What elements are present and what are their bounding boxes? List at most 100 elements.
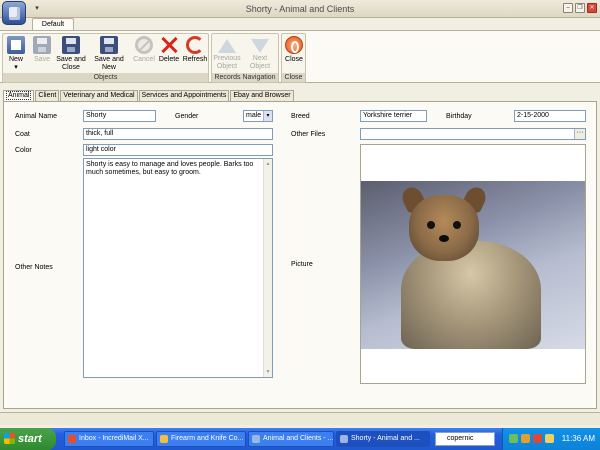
birthday-label: Birthday (446, 113, 472, 120)
other-notes-textarea[interactable]: Shorty is easy to manage and loves peopl… (83, 158, 273, 378)
save-and-new-button[interactable]: Save and New▾ (87, 35, 131, 79)
picture-box[interactable] (360, 144, 586, 384)
security-icon[interactable] (533, 434, 542, 443)
restore-button[interactable]: ❐ (575, 3, 585, 13)
next-object-button[interactable]: Next Object (242, 35, 278, 75)
arrow-up-icon (218, 39, 236, 53)
tab-animal-label: Animal (6, 91, 32, 100)
scroll-up-icon[interactable]: ▲ (265, 160, 271, 168)
ribbon: New▾ Save Save and Close Save and New▾ C… (0, 30, 600, 83)
title-bar: ▾ Shorty - Animal and Clients – ❐ ✕ (0, 0, 600, 25)
taskbar: start Inbox - IncrediMail X... Firearm a… (0, 428, 600, 450)
shorty-app-icon (340, 435, 348, 443)
dog-eye-right (453, 221, 461, 229)
previous-object-button[interactable]: Previous Object (213, 35, 241, 75)
taskbar-item-animal-clients[interactable]: Animal and Clients - ... (248, 431, 334, 447)
animal-form-panel: Animal Name Shorty Gender male ▾ Coat th… (3, 101, 597, 409)
other-files-field[interactable]: ··· (360, 128, 586, 140)
taskbar-item-shorty[interactable]: Shorty - Animal and ... (336, 431, 430, 447)
cancel-button[interactable]: Cancel (132, 35, 156, 75)
birthday-field[interactable]: 2-15-2000 (514, 110, 586, 122)
animal-name-label: Animal Name (15, 113, 58, 120)
other-notes-scrollbar[interactable]: ▲ ▼ (263, 159, 272, 377)
color-field[interactable]: light color (83, 144, 273, 156)
tab-client[interactable]: Client (35, 90, 60, 101)
copernic-search-field[interactable]: copernic (435, 432, 495, 446)
gender-label: Gender (175, 113, 199, 120)
save-and-new-label: Save and New (94, 56, 124, 71)
save-and-close-icon (62, 36, 80, 54)
color-label: Color (15, 147, 32, 154)
volume-icon[interactable] (545, 434, 554, 443)
gender-select[interactable]: male ▾ (243, 110, 273, 122)
app-menu-button[interactable] (2, 1, 26, 25)
taskbar-item-animal-clients-label: Animal and Clients - ... (263, 435, 334, 442)
dog-head (409, 195, 479, 261)
save-button[interactable]: Save (29, 35, 55, 75)
taskbar-item-incredimail[interactable]: Inbox - IncrediMail X... (64, 431, 154, 447)
breed-label: Breed (291, 113, 310, 120)
dog-body (401, 241, 541, 349)
refresh-icon (186, 36, 204, 54)
arrow-down-icon (251, 39, 269, 53)
tab-services-and-appointments[interactable]: Services and Appointments (138, 90, 230, 101)
breed-field[interactable]: Yorkshire terrier (360, 110, 427, 122)
save-and-close-button[interactable]: Save and Close (56, 35, 86, 75)
firearm-app-icon (160, 435, 168, 443)
cancel-icon (135, 36, 153, 54)
start-button[interactable]: start (0, 428, 56, 450)
save-and-close-label-1: Save and (56, 56, 86, 63)
delete-button[interactable]: Delete (157, 35, 181, 75)
coat-field[interactable]: thick, full (83, 128, 273, 140)
other-notes-text: Shorty is easy to manage and loves peopl… (86, 161, 254, 176)
save-label: Save (34, 56, 50, 63)
records-navigation-group: Previous Object Next Object Records Navi… (211, 33, 279, 83)
browse-files-button[interactable]: ··· (574, 129, 585, 139)
tab-ebay-and-browser[interactable]: Ebay and Browser (230, 90, 294, 101)
scroll-down-icon[interactable]: ▼ (265, 368, 271, 376)
minimize-button[interactable]: – (563, 3, 573, 13)
window-title: Shorty - Animal and Clients (245, 4, 355, 14)
window-controls: – ❐ ✕ (563, 3, 597, 13)
taskbar-item-firearm-label: Firearm and Knife Co... (171, 435, 244, 442)
animal-clients-app-icon (252, 435, 260, 443)
close-icon (285, 36, 303, 54)
taskbar-item-firearm[interactable]: Firearm and Knife Co... (156, 431, 246, 447)
picture-label: Picture (291, 261, 313, 268)
save-and-close-label-2: Close (62, 64, 80, 71)
previous-object-label-2: Object (216, 63, 238, 70)
tab-veterinary-and-medical[interactable]: Veterinary and Medical (60, 90, 138, 101)
objects-group: New▾ Save Save and Close Save and New▾ C… (2, 33, 209, 83)
other-files-label: Other Files (291, 131, 326, 138)
record-tabs: Animal Client Veterinary and Medical Ser… (3, 90, 295, 102)
incredimail-icon (68, 435, 76, 443)
objects-group-label: Objects (3, 73, 208, 82)
records-navigation-group-label: Records Navigation (212, 73, 278, 82)
save-icon (33, 36, 51, 54)
gender-value: male (246, 112, 262, 119)
close-group-label: Close (282, 73, 305, 82)
save-and-new-icon (100, 36, 118, 54)
tray-app-icon[interactable] (521, 434, 530, 443)
close-button[interactable]: Close (283, 35, 305, 75)
close-group: Close Close (281, 33, 306, 83)
refresh-button[interactable]: Refresh (182, 35, 208, 75)
close-label: Close (285, 56, 303, 63)
dog-eye-left (427, 221, 435, 229)
new-icon (7, 36, 25, 54)
close-window-button[interactable]: ✕ (587, 3, 597, 13)
next-object-label: Next Object (249, 55, 271, 70)
coat-label: Coat (15, 131, 30, 138)
new-button[interactable]: New ▾ (5, 35, 27, 75)
network-icon[interactable] (509, 434, 518, 443)
start-label: start (18, 433, 42, 445)
chevron-down-icon[interactable]: ▾ (263, 111, 272, 121)
dog-nose (439, 235, 449, 242)
clock[interactable]: 11:36 AM (562, 428, 595, 450)
delete-icon (160, 36, 178, 54)
animal-name-field[interactable]: Shorty (83, 110, 156, 122)
dog-photo (361, 181, 585, 349)
system-tray: 11:36 AM (502, 428, 600, 450)
taskbar-item-shorty-label: Shorty - Animal and ... (351, 435, 420, 442)
refresh-label: Refresh (182, 56, 208, 63)
